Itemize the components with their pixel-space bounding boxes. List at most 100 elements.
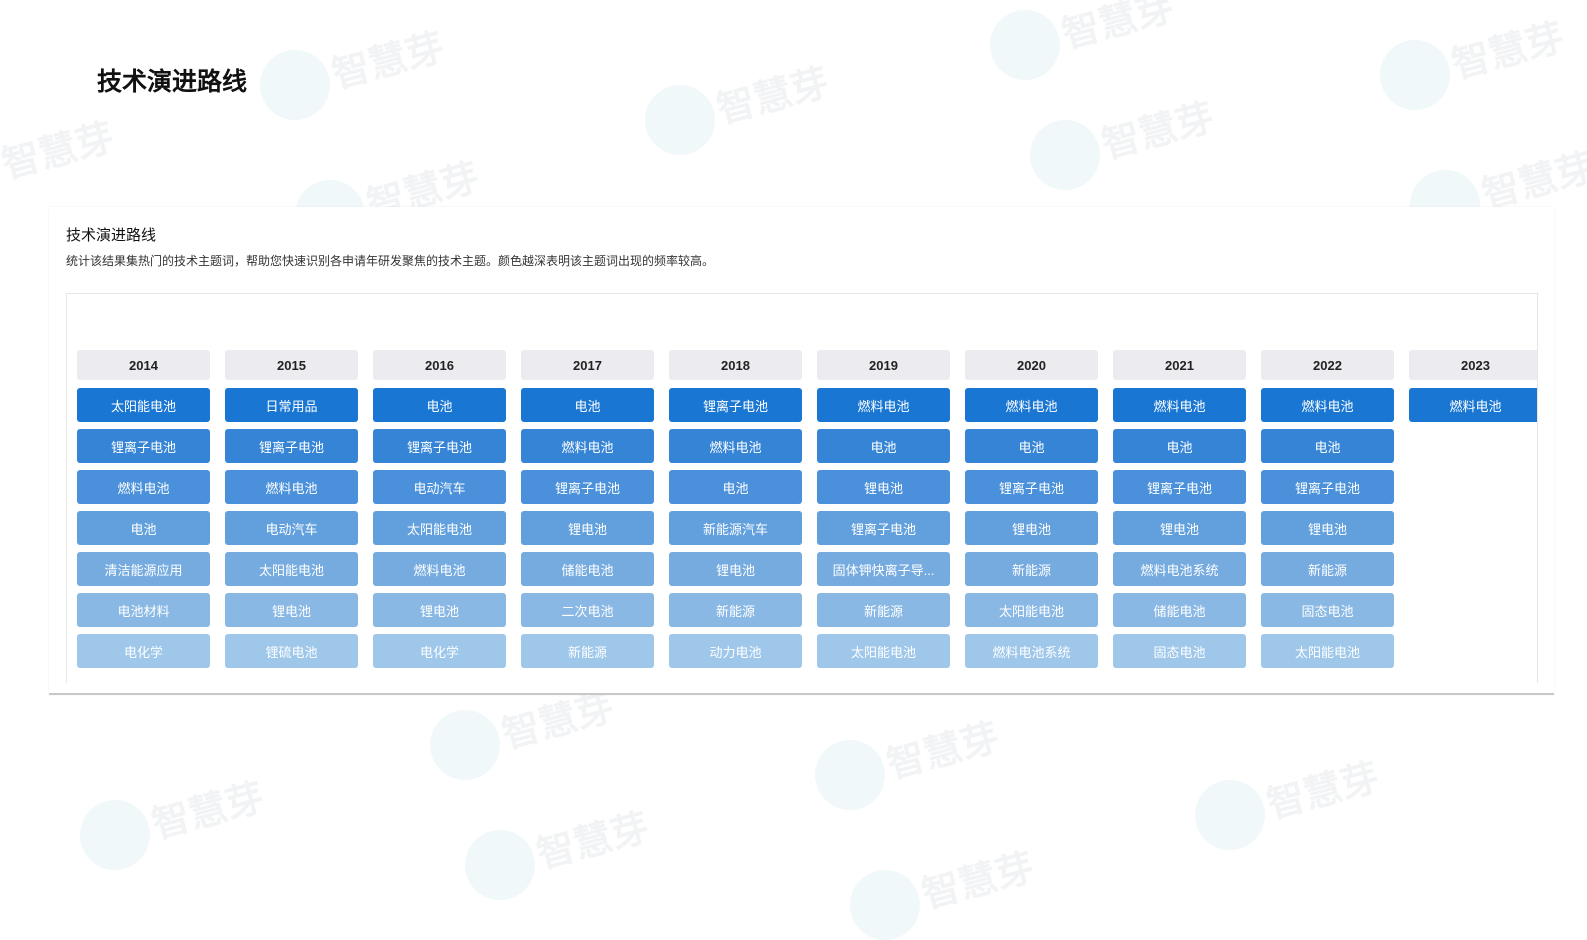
year-column-2022: 2022 燃料电池电池锂离子电池锂电池新能源固态电池太阳能电池 [1261, 350, 1394, 675]
year-header: 2014 [77, 350, 210, 380]
page-title: 技术演进路线 [97, 68, 248, 96]
keyword-tag[interactable]: 锂离子电池 [965, 470, 1098, 504]
year-header: 2023 [1409, 350, 1537, 380]
keyword-tag[interactable]: 新能源汽车 [669, 511, 802, 545]
keyword-tag[interactable]: 燃料电池 [373, 552, 506, 586]
tech-evolution-card: 技术演进路线 统计该结果集热门的技术主题词，帮助您快速识别各申请年研发聚焦的技术… [49, 207, 1554, 695]
watermark-blob [850, 870, 920, 940]
keyword-tag[interactable]: 固态电池 [1261, 593, 1394, 627]
year-column-2023: 2023 燃料电池 [1409, 350, 1537, 429]
watermark-blob [260, 50, 330, 120]
keyword-tag[interactable]: 太阳能电池 [77, 388, 210, 422]
keyword-tag[interactable]: 电动汽车 [373, 470, 506, 504]
watermark-text: 智慧芽 [327, 26, 449, 97]
watermark-text: 智慧芽 [917, 846, 1039, 917]
keyword-tag[interactable]: 储能电池 [521, 552, 654, 586]
keyword-tag[interactable]: 电动汽车 [225, 511, 358, 545]
keyword-tag[interactable]: 电池 [1113, 429, 1246, 463]
keyword-tag[interactable]: 电化学 [77, 634, 210, 668]
keyword-tag[interactable]: 动力电池 [669, 634, 802, 668]
watermark-blob [1030, 120, 1100, 190]
keyword-tag[interactable]: 锂电池 [521, 511, 654, 545]
keyword-tag[interactable]: 新能源 [521, 634, 654, 668]
keyword-tag[interactable]: 固态电池 [1113, 634, 1246, 668]
keyword-tag[interactable]: 燃料电池 [965, 388, 1098, 422]
watermark-blob [1380, 40, 1450, 110]
keyword-tag[interactable]: 日常用品 [225, 388, 358, 422]
keyword-tag[interactable]: 燃料电池系统 [1113, 552, 1246, 586]
keyword-tag[interactable]: 锂离子电池 [669, 388, 802, 422]
keyword-tag[interactable]: 太阳能电池 [965, 593, 1098, 627]
year-header: 2022 [1261, 350, 1394, 380]
keyword-tag[interactable]: 电池材料 [77, 593, 210, 627]
keyword-tag[interactable]: 锂离子电池 [225, 429, 358, 463]
keyword-tag[interactable]: 锂电池 [817, 470, 950, 504]
keyword-tag[interactable]: 电池 [669, 470, 802, 504]
year-column-2020: 2020 燃料电池 电池 锂离子电池 锂电池 新能源 太阳能电池 燃料电池系统 [965, 350, 1098, 675]
keyword-tag[interactable]: 锂离子电池 [817, 511, 950, 545]
watermark-blob [430, 710, 500, 780]
keyword-tag[interactable]: 燃料电池 [225, 470, 358, 504]
year-column-2016: 2016 电池锂离子电池电动汽车太阳能电池燃料电池锂电池电化学 [373, 350, 506, 675]
keyword-tag[interactable]: 锂电池 [965, 511, 1098, 545]
keyword-tag[interactable]: 锂电池 [225, 593, 358, 627]
watermark-text: 智慧芽 [147, 776, 269, 847]
keyword-tag[interactable]: 电池 [77, 511, 210, 545]
keyword-tag[interactable]: 燃料电池 [1261, 388, 1394, 422]
keyword-tag[interactable]: 太阳能电池 [225, 552, 358, 586]
keyword-tag[interactable]: 电池 [1261, 429, 1394, 463]
keyword-tag[interactable]: 二次电池 [521, 593, 654, 627]
year-column-2015: 2015 日常用品锂离子电池燃料电池电动汽车太阳能电池锂电池锂硫电池 [225, 350, 358, 675]
year-header: 2021 [1113, 350, 1246, 380]
keyword-tag[interactable]: 电池 [521, 388, 654, 422]
keyword-tag[interactable]: 燃料电池系统 [965, 634, 1098, 668]
keyword-tag[interactable]: 太阳能电池 [373, 511, 506, 545]
keyword-tag[interactable]: 燃料电池 [1409, 388, 1537, 422]
keyword-tag[interactable]: 储能电池 [1113, 593, 1246, 627]
keyword-tag[interactable]: 燃料电池 [77, 470, 210, 504]
watermark-text: 智慧芽 [1262, 756, 1384, 827]
keyword-tag[interactable]: 锂硫电池 [225, 634, 358, 668]
keyword-tag[interactable]: 燃料电池 [1113, 388, 1246, 422]
year-header: 2017 [521, 350, 654, 380]
watermark-text: 智慧芽 [532, 806, 654, 877]
watermark-text: 智慧芽 [712, 61, 834, 132]
keyword-tag[interactable]: 燃料电池 [817, 388, 950, 422]
year-header: 2018 [669, 350, 802, 380]
watermark-text: 智慧芽 [1097, 96, 1219, 167]
keyword-tag[interactable]: 锂离子电池 [1261, 470, 1394, 504]
keyword-tag[interactable]: 太阳能电池 [817, 634, 950, 668]
watermark-blob [645, 85, 715, 155]
keyword-tag[interactable]: 锂电池 [1113, 511, 1246, 545]
keyword-tag[interactable]: 新能源 [817, 593, 950, 627]
keyword-tag[interactable]: 锂电池 [373, 593, 506, 627]
watermark-blob [815, 740, 885, 810]
watermark-text: 智慧芽 [1057, 0, 1179, 57]
keyword-tag[interactable]: 电化学 [373, 634, 506, 668]
keyword-tag[interactable]: 新能源 [1261, 552, 1394, 586]
tech-roadmap-grid: 2014 太阳能电池 锂离子电池 燃料电池 电池 清洁能源应用 电池材料 电化学 2015 日常用… [66, 293, 1538, 683]
year-header: 2015 [225, 350, 358, 380]
keyword-tag[interactable]: 锂离子电池 [1113, 470, 1246, 504]
keyword-tag[interactable]: 锂电池 [1261, 511, 1394, 545]
watermark-blob [80, 800, 150, 870]
keyword-tag[interactable]: 新能源 [965, 552, 1098, 586]
keyword-tag[interactable]: 锂离子电池 [77, 429, 210, 463]
keyword-tag[interactable]: 清洁能源应用 [77, 552, 210, 586]
keyword-tag[interactable]: 电池 [373, 388, 506, 422]
year-column-2014: 2014 太阳能电池锂离子电池燃料电池电池清洁能源应用 电池材料电化学 [77, 350, 210, 675]
keyword-tag[interactable]: 固体钾快离子导... [817, 552, 950, 586]
keyword-tag[interactable]: 燃料电池 [669, 429, 802, 463]
year-header: 2019 [817, 350, 950, 380]
keyword-tag[interactable]: 燃料电池 [521, 429, 654, 463]
keyword-tag[interactable]: 太阳能电池 [1261, 634, 1394, 668]
keyword-tag[interactable]: 新能源 [669, 593, 802, 627]
keyword-tag[interactable]: 电池 [965, 429, 1098, 463]
keyword-tag[interactable]: 锂电池 [669, 552, 802, 586]
keyword-tag[interactable]: 锂离子电池 [373, 429, 506, 463]
keyword-tag[interactable]: 电池 [817, 429, 950, 463]
year-column-2021: 2021 燃料电池电池锂离子电池锂电池燃料电池系统 储能电池固态电池 [1113, 350, 1246, 675]
watermark-text: 智慧芽 [882, 716, 1004, 787]
keyword-tag[interactable]: 锂离子电池 [521, 470, 654, 504]
year-header: 2016 [373, 350, 506, 380]
